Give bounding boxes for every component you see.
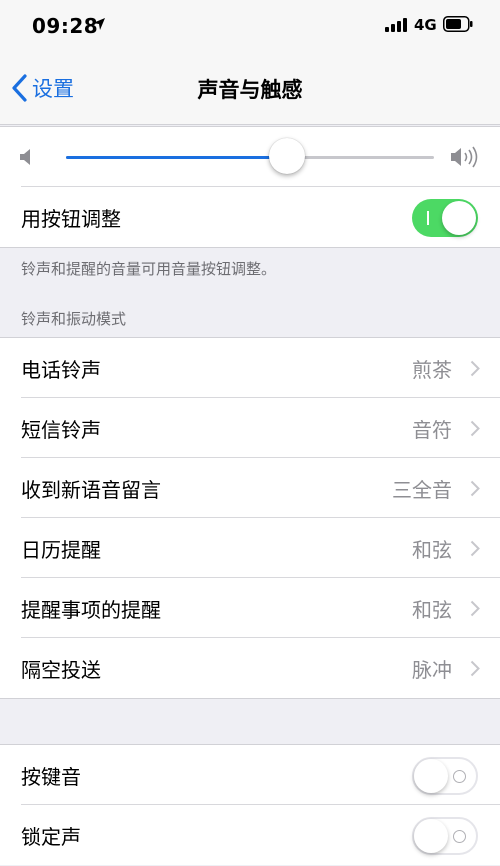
list-item-reminder-alerts[interactable]: 提醒事项的提醒 和弦 — [0, 578, 500, 638]
volume-slider-fill — [66, 156, 287, 159]
list-item-airdrop[interactable]: 隔空投送 脉冲 — [0, 638, 500, 698]
chevron-right-icon — [470, 480, 480, 497]
ringer-section-header: 铃声和振动模式 — [21, 310, 127, 328]
list-item-value: 三全音 — [392, 477, 452, 502]
page-title: 声音与触感 — [197, 78, 303, 102]
switch-knob — [414, 759, 448, 793]
list-item-value: 音符 — [412, 417, 452, 442]
keyboard-clicks-row: 按键音 — [0, 745, 500, 805]
keyboard-clicks-switch[interactable] — [412, 757, 478, 795]
system-sounds-group: 按键音 锁定声 — [0, 744, 500, 865]
list-item-value: 和弦 — [412, 537, 452, 562]
volume-group: 用按钮调整 — [0, 126, 500, 248]
volume-slider[interactable] — [66, 156, 434, 159]
chevron-right-icon — [470, 600, 480, 617]
list-item-value: 脉冲 — [412, 657, 452, 682]
volume-low-icon — [20, 149, 30, 165]
list-item-label: 收到新语音留言 — [21, 477, 161, 502]
volume-slider-row — [0, 127, 500, 187]
switch-on-mark — [427, 211, 429, 225]
list-item-value: 和弦 — [412, 597, 452, 622]
list-item-calendar-alerts[interactable]: 日历提醒 和弦 — [0, 518, 500, 578]
list-item-new-voicemail[interactable]: 收到新语音留言 三全音 — [0, 458, 500, 518]
volume-footer-note: 铃声和提醒的音量可用音量按钮调整。 — [21, 260, 277, 278]
list-item-value: 煎茶 — [412, 357, 452, 382]
chevron-right-icon — [470, 360, 480, 377]
use-buttons-switch[interactable] — [412, 199, 478, 237]
ringtone-group: 电话铃声 煎茶 短信铃声 音符 收到新语音留言 三全音 日历提醒 和弦 提醒事项… — [0, 337, 500, 699]
location-arrow-icon — [93, 18, 105, 30]
use-buttons-label: 用按钮调整 — [21, 206, 121, 231]
chevron-right-icon — [470, 660, 480, 677]
lock-sound-row: 锁定声 — [0, 805, 500, 865]
lock-sound-switch[interactable] — [412, 817, 478, 855]
list-item-label: 电话铃声 — [21, 357, 101, 382]
status-bar: 09:28 4G — [0, 0, 500, 50]
volume-slider-thumb[interactable] — [268, 138, 305, 174]
list-item-text-tone[interactable]: 短信铃声 音符 — [0, 398, 500, 458]
list-item-label: 提醒事项的提醒 — [21, 597, 161, 622]
volume-high-icon — [451, 146, 478, 168]
network-type: 4G — [414, 16, 437, 34]
keyboard-clicks-label: 按键音 — [21, 764, 81, 789]
chevron-right-icon — [470, 420, 480, 437]
list-item-label: 隔空投送 — [21, 657, 101, 682]
switch-off-mark — [453, 770, 466, 783]
chevron-right-icon — [470, 540, 480, 557]
status-time: 09:28 — [32, 14, 99, 38]
list-item-label: 日历提醒 — [21, 537, 101, 562]
switch-off-mark — [453, 830, 466, 843]
list-item-phone-ringtone[interactable]: 电话铃声 煎茶 — [0, 338, 500, 398]
navigation-bar: 设置 声音与触感 — [0, 50, 500, 125]
switch-knob — [414, 819, 448, 853]
switch-knob — [442, 201, 476, 235]
use-buttons-row: 用按钮调整 — [0, 187, 500, 247]
list-item-label: 短信铃声 — [21, 417, 101, 442]
battery-icon — [443, 16, 473, 32]
cellular-signal-icon — [385, 18, 409, 32]
lock-sound-label: 锁定声 — [21, 824, 81, 849]
